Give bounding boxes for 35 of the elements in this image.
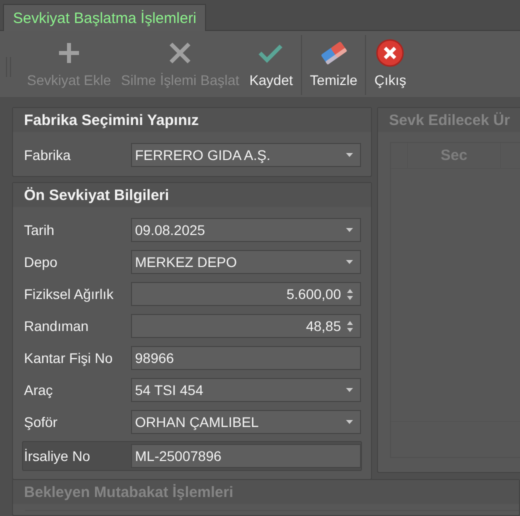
toolbar-button[interactable]: Çıkış xyxy=(369,31,412,97)
field-label: İrsaliye No xyxy=(24,448,92,464)
input-field[interactable]: 98966 xyxy=(131,346,361,370)
dropdown-field[interactable]: 54 TSI 454 xyxy=(131,378,361,402)
panel-title: Fabrika Seçimini Yapınız xyxy=(24,112,199,128)
dropdown-arrow-icon xyxy=(346,388,353,392)
dropdown-arrow-icon xyxy=(346,420,353,424)
field-label: Randıman xyxy=(24,318,90,334)
spin-field[interactable]: 48,85 xyxy=(131,314,361,338)
panel-title: Ön Sevkiyat Bilgileri xyxy=(24,186,170,204)
field-label: Araç xyxy=(24,382,54,398)
field-label: Depo xyxy=(24,254,58,270)
spin-arrows-icon xyxy=(347,320,353,332)
dropdown-arrow-icon xyxy=(346,228,353,232)
spin-field[interactable]: 5.600,00 xyxy=(131,282,361,306)
eraser-icon xyxy=(320,40,348,66)
dropdown-field[interactable]: FERRERO GIDA A.Ş. xyxy=(131,143,361,167)
dropdown-field[interactable]: 09.08.2025 xyxy=(131,218,361,242)
spin-arrows-icon xyxy=(347,288,353,300)
dropdown-arrow-icon xyxy=(346,153,353,157)
dropdown-arrow-icon xyxy=(346,260,353,264)
field-label: Tarih xyxy=(24,222,56,238)
toolbar-button[interactable]: Temizle xyxy=(304,31,362,97)
plus-icon xyxy=(57,41,82,65)
toolbar-button[interactable]: Kaydet xyxy=(244,31,298,97)
dropdown-field[interactable]: ORHAN ÇAMLIBEL xyxy=(131,410,361,434)
close-icon xyxy=(168,41,192,65)
input-field[interactable]: ML-25007896 xyxy=(131,444,361,468)
field-label: Fiziksel Ağırlık xyxy=(24,286,114,302)
field-label: Kantar Fişi No xyxy=(24,350,114,366)
dropdown-field[interactable]: MERKEZ DEPO xyxy=(131,250,361,274)
close-icon xyxy=(376,39,404,67)
tab[interactable]: Sevkiyat Başlatma İşlemleri xyxy=(3,4,206,31)
field-label: Şoför xyxy=(24,414,58,430)
field-label: Fabrika xyxy=(24,147,72,163)
